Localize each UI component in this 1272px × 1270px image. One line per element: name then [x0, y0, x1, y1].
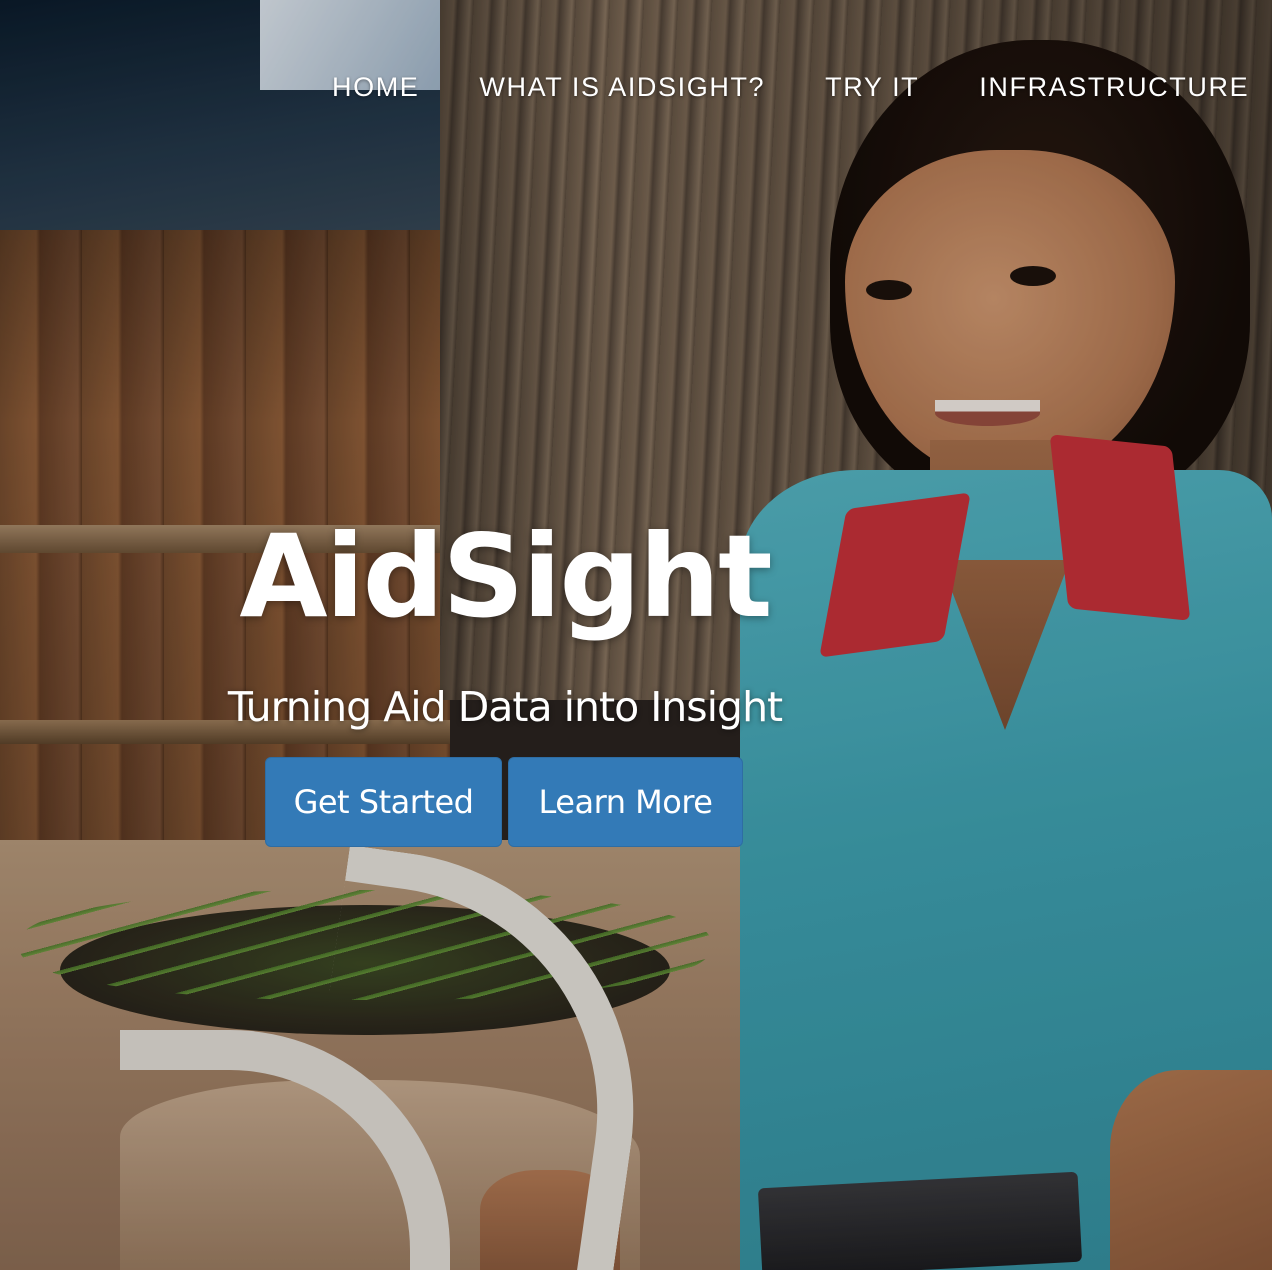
- nav-link-try-it[interactable]: TRY IT: [825, 72, 919, 103]
- hero-tagline: Turning Aid Data into Insight: [227, 683, 783, 731]
- nav-link-infrastructure[interactable]: INFRASTRUCTURE: [979, 72, 1249, 103]
- nav-link-what-is-aidsight[interactable]: WHAT IS AIDSIGHT?: [479, 72, 765, 103]
- hero-title: AidSight: [239, 510, 772, 643]
- nav-link-home[interactable]: HOME: [332, 72, 419, 103]
- get-started-button[interactable]: Get Started: [265, 757, 502, 847]
- top-nav: HOME WHAT IS AIDSIGHT? TRY IT INFRASTRUC…: [332, 72, 1249, 103]
- hero-section: HOME WHAT IS AIDSIGHT? TRY IT INFRASTRUC…: [0, 0, 1272, 1270]
- learn-more-button[interactable]: Learn More: [508, 757, 743, 847]
